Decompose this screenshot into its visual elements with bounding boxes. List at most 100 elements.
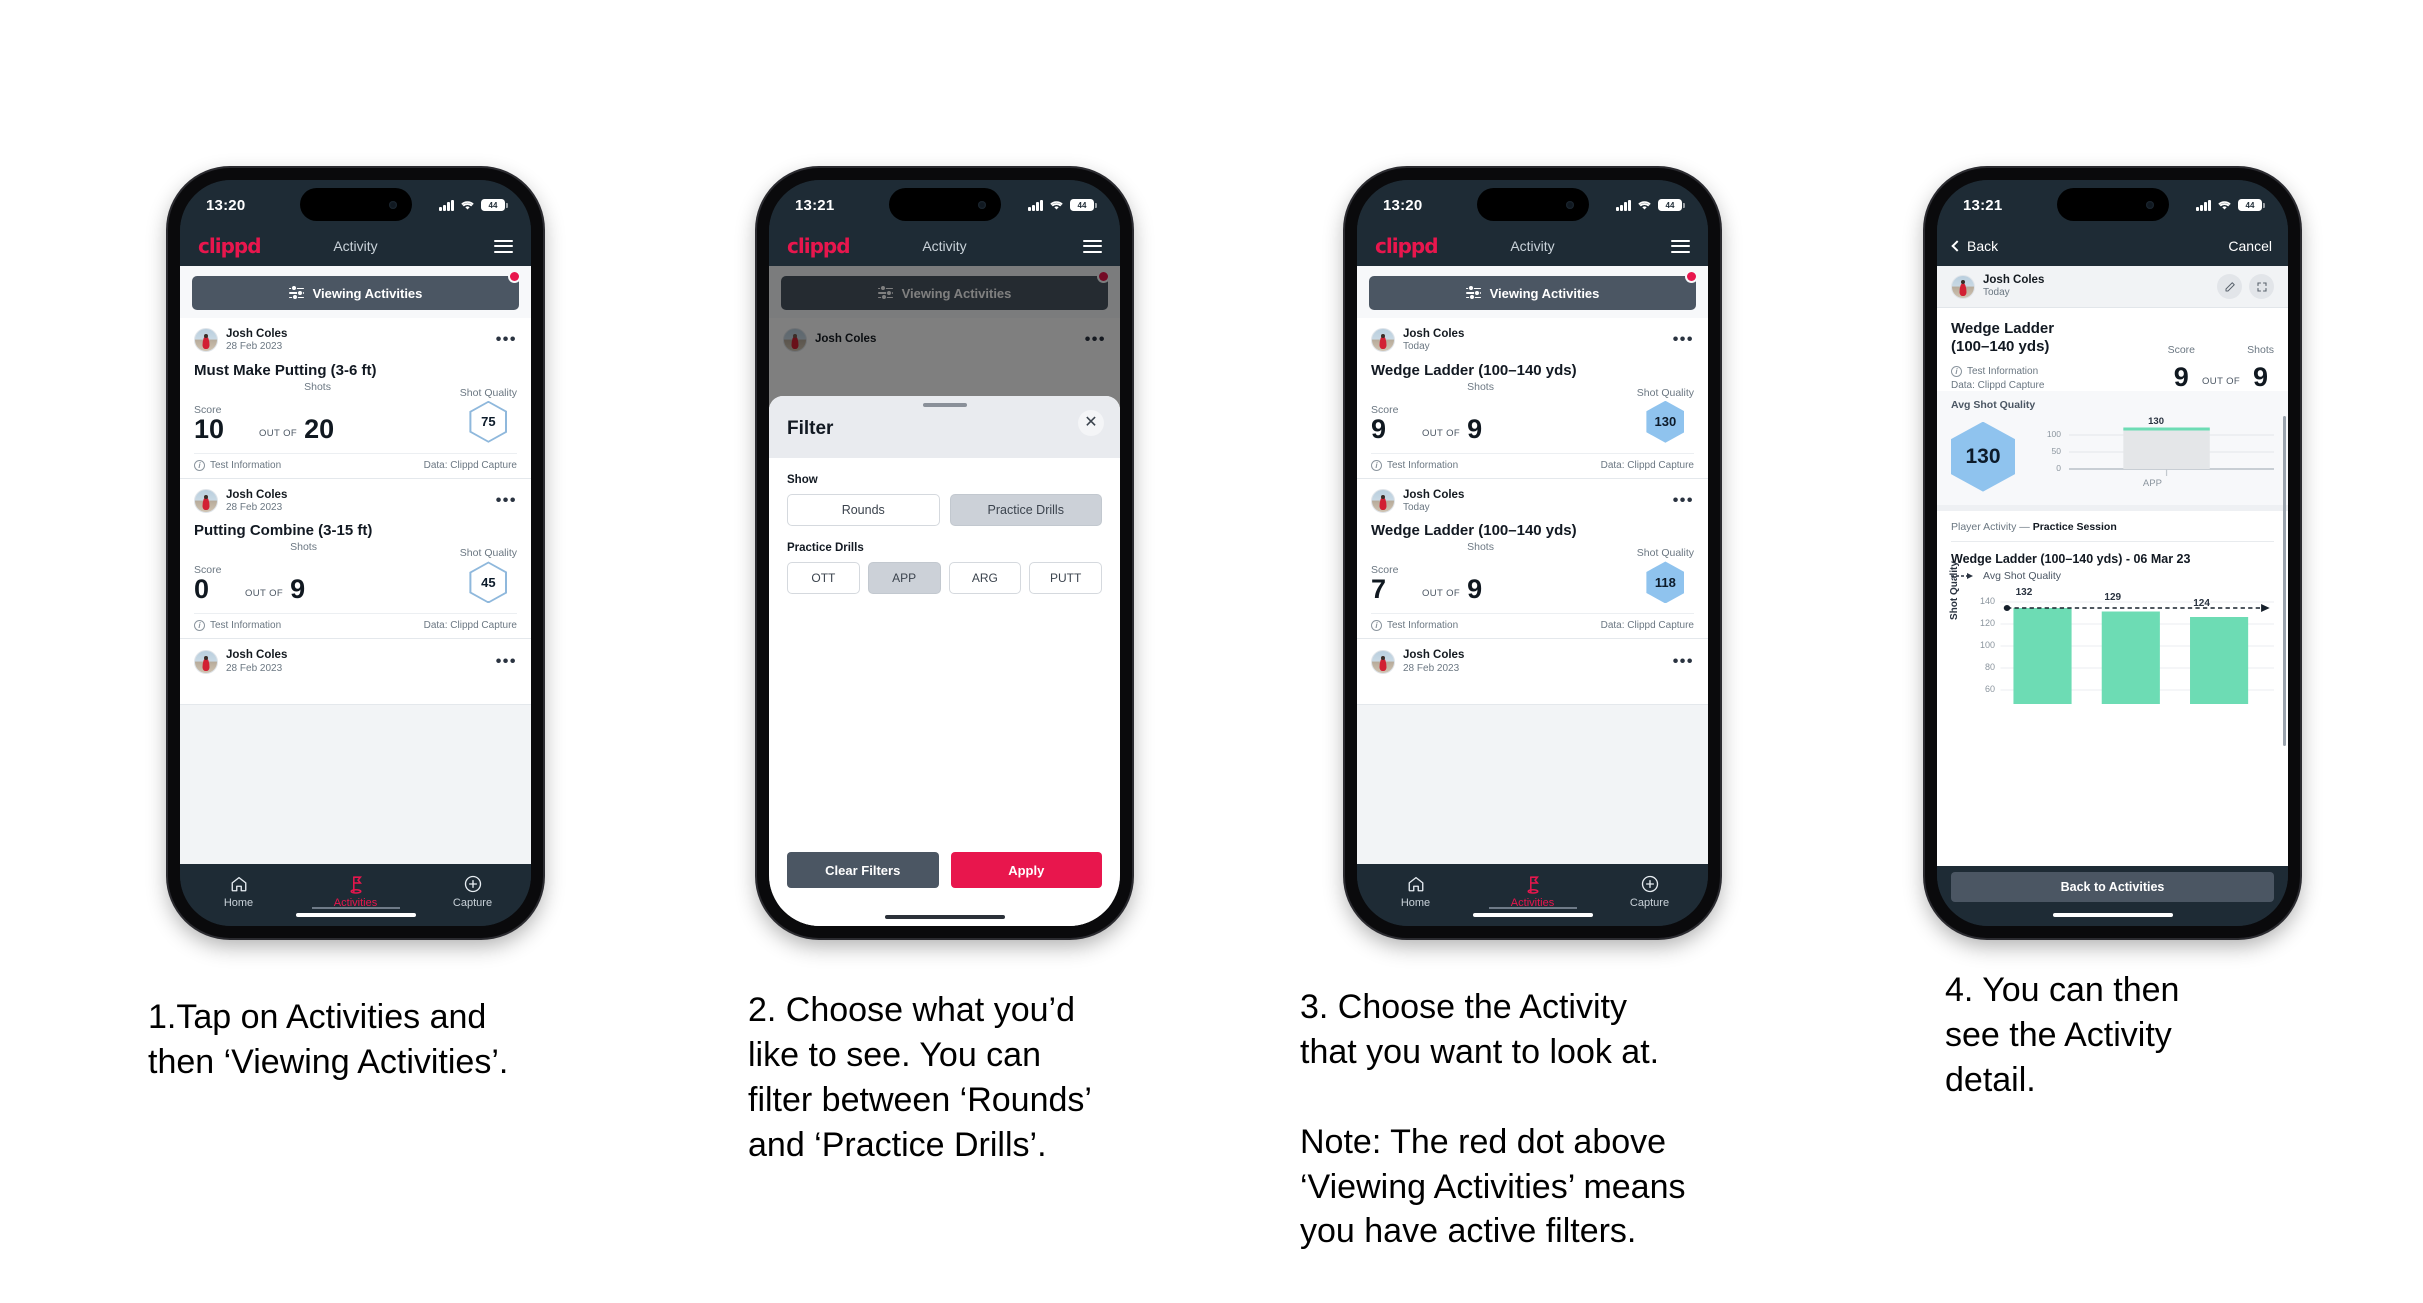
- activity-card[interactable]: Josh Coles 28 Feb 2023 ••• Putting Combi…: [180, 478, 531, 640]
- avg-shot-quality-label: Avg Shot Quality: [1937, 390, 2288, 411]
- close-icon[interactable]: ✕: [1078, 410, 1104, 436]
- hamburger-icon[interactable]: [1671, 239, 1690, 253]
- activity-card[interactable]: Josh Coles Today ••• Wedge Ladder (100–1…: [1357, 478, 1708, 640]
- pencil-icon[interactable]: [2217, 274, 2242, 299]
- back-to-activities-button[interactable]: Back to Activities: [1951, 872, 2274, 902]
- expand-icon[interactable]: [2249, 274, 2274, 299]
- filter-icon: [288, 285, 304, 301]
- activity-date: Today: [1403, 501, 1430, 513]
- more-options-icon[interactable]: •••: [496, 493, 517, 509]
- tab-capture[interactable]: Capture: [1591, 873, 1708, 909]
- activity-card[interactable]: Josh Coles 28 Feb 2023 •••: [180, 639, 531, 706]
- shot-quality-hex: 75: [469, 400, 508, 443]
- show-option-rounds[interactable]: Rounds: [787, 494, 940, 526]
- more-options-icon[interactable]: •••: [496, 653, 517, 669]
- drill-chip-app[interactable]: APP: [867, 562, 941, 594]
- tab-capture-label: Capture: [1629, 897, 1670, 909]
- more-options-icon[interactable]: •••: [1673, 493, 1694, 509]
- shots-label: Shots: [1467, 380, 1494, 393]
- test-information[interactable]: i Test Information: [1371, 620, 1458, 632]
- score-block: Score 10: [194, 404, 252, 443]
- status-bar: 13:21 44: [769, 180, 1120, 226]
- out-of-label: OUT OF: [1422, 427, 1461, 439]
- clear-filters-button[interactable]: Clear Filters: [787, 852, 939, 888]
- tab-capture[interactable]: Capture: [414, 873, 531, 909]
- home-indicator[interactable]: [884, 914, 1005, 919]
- golf-flag-icon: [1474, 873, 1591, 895]
- mini-chart-data-label: 130: [2148, 415, 2164, 427]
- data-source: Data: Clippd Capture: [1600, 459, 1694, 471]
- out-of-label: OUT OF: [259, 427, 298, 439]
- phone-4-screen: 13:21 44 Back Cancel Josh Coles Today We…: [1937, 180, 2288, 926]
- hamburger-icon[interactable]: [494, 239, 513, 253]
- drill-chip-putt[interactable]: PUTT: [1029, 562, 1102, 594]
- phone-3: 13:20 44 clippd Activity Viewing Activit…: [1345, 168, 1720, 938]
- drill-chip-ott[interactable]: OTT: [787, 562, 860, 594]
- activity-card[interactable]: Josh Coles 28 Feb 2023 ••• Must Make Put…: [180, 318, 531, 479]
- bar-label-1: 132: [2015, 586, 2033, 598]
- apply-button[interactable]: Apply: [950, 852, 1102, 888]
- back-button[interactable]: Back: [1951, 238, 1998, 254]
- viewing-activities-button[interactable]: Viewing Activities: [192, 276, 519, 310]
- scrollbar[interactable]: [2283, 416, 2286, 746]
- user-name: Josh Coles: [1983, 274, 2045, 287]
- player-activity-section: Player Activity — Practice Session Wedge…: [1937, 504, 2288, 704]
- home-indicator[interactable]: [1472, 912, 1593, 917]
- score-value: 7: [1371, 574, 1387, 605]
- test-information[interactable]: i Test Information: [194, 620, 281, 632]
- drill-chip-arg[interactable]: ARG: [948, 562, 1022, 594]
- user-info: Josh Coles 28 Feb 2023: [226, 649, 287, 674]
- drag-handle[interactable]: [922, 403, 967, 407]
- test-information[interactable]: i Test Information: [194, 459, 281, 471]
- home-indicator[interactable]: [295, 912, 416, 917]
- avatar: [1371, 489, 1395, 514]
- home-icon: [180, 873, 297, 895]
- tab-home[interactable]: Home: [180, 873, 297, 909]
- activity-date: 28 Feb 2023: [1403, 662, 1460, 674]
- activity-card[interactable]: Josh Coles 28 Feb 2023 •••: [1357, 639, 1708, 706]
- show-option-practice-drills[interactable]: Practice Drills: [949, 494, 1102, 526]
- activity-card[interactable]: Josh Coles Today ••• Wedge Ladder (100–1…: [1357, 318, 1708, 479]
- wifi-icon: [2218, 200, 2231, 210]
- app-body: Viewing Activities Josh Coles Today ••• …: [1357, 266, 1708, 864]
- phone-1: 13:20 44 clippd Activity Viewing Activit…: [168, 168, 543, 938]
- home-indicator[interactable]: [2052, 912, 2173, 917]
- phone-1-screen: 13:20 44 clippd Activity Viewing Activit…: [180, 180, 531, 926]
- user-info: Josh Coles Today: [1983, 274, 2044, 299]
- data-source: Data: Clippd Capture: [423, 620, 517, 632]
- cancel-button[interactable]: Cancel: [2228, 238, 2272, 254]
- chart-ytick-60: 60: [1984, 683, 1995, 694]
- tab-capture-label: Capture: [452, 897, 493, 909]
- more-options-icon[interactable]: •••: [496, 332, 517, 348]
- dynamic-island: [888, 188, 1001, 221]
- shots-value: 9: [1467, 574, 1483, 605]
- cellular-signal-icon: [439, 199, 454, 211]
- practice-drills-label: Practice Drills: [787, 542, 864, 554]
- score-summary: Score 9 OUT OF Shots 9: [2168, 320, 2274, 391]
- test-information[interactable]: i Test Information: [1951, 365, 2168, 377]
- battery-icon: 44: [1658, 199, 1685, 211]
- battery-icon: 44: [481, 199, 508, 211]
- more-options-icon[interactable]: •••: [1673, 653, 1694, 669]
- detail-user-row: Josh Coles Today: [1937, 266, 2288, 308]
- bar-label-3: 124: [2193, 597, 2210, 609]
- tab-activities[interactable]: Activities: [297, 873, 414, 909]
- status-time: 13:20: [206, 196, 246, 214]
- card-footer: i Test Information Data: Clippd Capture: [194, 452, 517, 478]
- plus-circle-icon: [1591, 873, 1708, 895]
- filter-title: Filter: [787, 418, 834, 439]
- golf-flag-icon: [297, 873, 414, 895]
- shot-quality-label: Shot Quality: [1636, 386, 1694, 399]
- viewing-activities-button[interactable]: Viewing Activities: [1369, 276, 1696, 310]
- user-name: Josh Coles: [1403, 328, 1465, 340]
- more-options-icon[interactable]: •••: [1673, 332, 1694, 348]
- hamburger-icon[interactable]: [1083, 239, 1102, 253]
- shots-value: 9: [2253, 361, 2269, 392]
- tab-home[interactable]: Home: [1357, 873, 1474, 909]
- plus-circle-icon: [414, 873, 531, 895]
- tab-activities[interactable]: Activities: [1474, 873, 1591, 909]
- activity-title: Must Make Putting (3-6 ft): [194, 361, 377, 379]
- wifi-icon: [461, 200, 474, 210]
- test-information[interactable]: i Test Information: [1371, 459, 1458, 471]
- bottom-tab-bar: Home Activities Capture: [1357, 864, 1708, 926]
